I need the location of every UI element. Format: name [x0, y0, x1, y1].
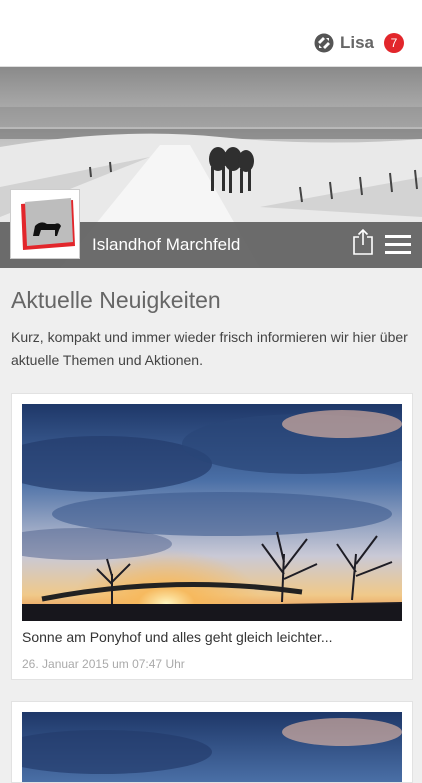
user-account[interactable]: Lisa 7: [314, 33, 404, 53]
news-photo[interactable]: [22, 712, 402, 782]
news-photo[interactable]: [22, 404, 402, 621]
notification-badge[interactable]: 7: [384, 33, 404, 53]
hero-banner: Islandhof Marchfeld: [0, 67, 422, 268]
news-date: 26. Januar 2015 um 07:47 Uhr: [22, 657, 185, 671]
farm-logo-image: [11, 190, 79, 258]
app-logo-icon: [314, 33, 334, 53]
share-icon[interactable]: [352, 228, 374, 256]
news-card[interactable]: Sonne am Ponyhof und alles geht gleich l…: [11, 393, 413, 680]
farm-title: Islandhof Marchfeld: [92, 235, 241, 254]
news-card[interactable]: [11, 701, 413, 783]
farm-logo: [10, 189, 80, 259]
hamburger-menu-icon[interactable]: [385, 235, 411, 255]
user-name[interactable]: Lisa: [340, 33, 374, 53]
intro-text: Kurz, kompakt und immer wieder frisch in…: [11, 329, 408, 368]
page-title: Aktuelle Neuigkeiten: [11, 287, 221, 313]
news-caption[interactable]: Sonne am Ponyhof und alles geht gleich l…: [22, 629, 333, 645]
top-bar: Lisa 7: [0, 0, 422, 67]
